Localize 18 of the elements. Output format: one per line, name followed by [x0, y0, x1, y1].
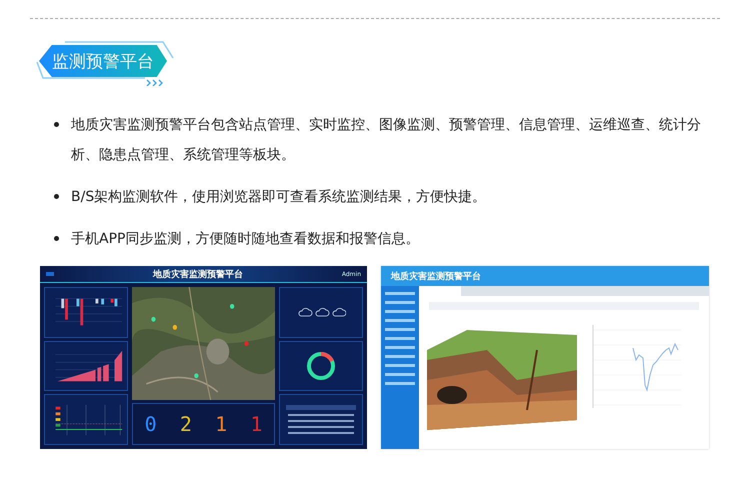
- heading-frame-icon: [35, 40, 175, 86]
- warning-count: 1: [215, 412, 228, 436]
- warning-count: 1: [250, 412, 262, 436]
- bullet-text: B/S架构监测软件，使用浏览器即可查看系统监测结果，方便快捷。: [71, 188, 488, 207]
- bullet-text: 地质灾害监测预警平台包含站点管理、实时监控、图像监测、预警管理、信息管理、运维巡查、统计分析、隐患点管理、系统管理等板块。: [71, 116, 702, 165]
- bullet-icon: [54, 236, 59, 241]
- bullet-icon: [54, 122, 59, 127]
- bullet-text: 手机APP同步监测，方便随时随地查看数据和报警信息。: [71, 230, 420, 249]
- table-drawing: [286, 404, 356, 435]
- app-title: 地质灾害监测预警平台: [391, 270, 481, 282]
- section-heading: 监测预警平台: [39, 45, 167, 77]
- bullet-icon: [54, 194, 59, 199]
- donut-chart-drawing: [305, 350, 337, 382]
- warning-count: 0: [144, 412, 157, 436]
- dashboard-title: 地质灾害监测预警平台: [152, 268, 243, 280]
- cloud-icon: [296, 305, 346, 320]
- warning-count: 2: [180, 412, 192, 436]
- app-tab[interactable]: [419, 286, 461, 296]
